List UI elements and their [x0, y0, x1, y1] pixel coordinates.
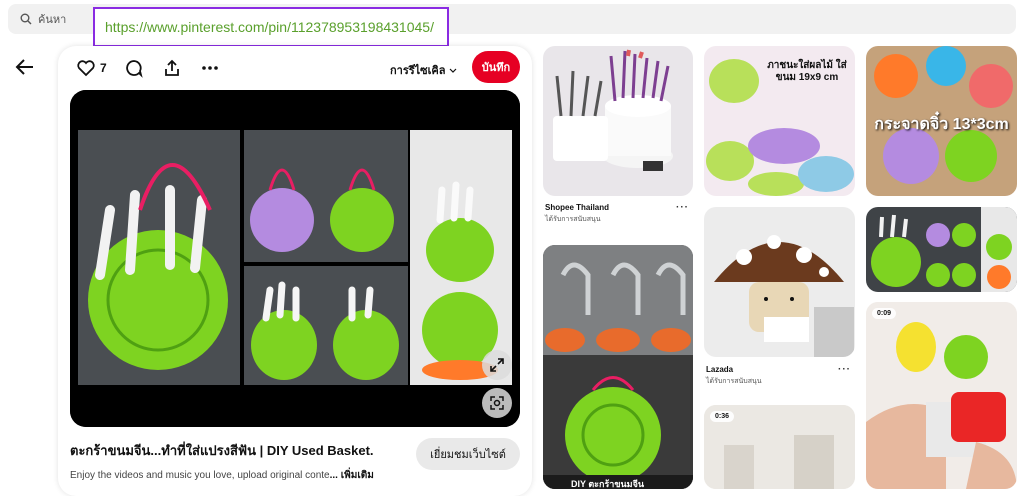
bottle-image — [866, 302, 1017, 489]
pin-tile-brush-holder[interactable] — [543, 46, 693, 196]
tile-title: Lazada — [706, 365, 734, 374]
pin-tile-video-sinks[interactable]: DIY ตะกร้าขนมจีน — [543, 245, 693, 489]
mushroom-image — [714, 235, 854, 357]
pin-tile-meta: Lazada ได้รับการสนับสนุน — [706, 365, 826, 387]
tile-caption: DIY ตะกร้าขนมจีน — [571, 479, 645, 489]
expand-icon — [490, 358, 504, 372]
heart-icon[interactable] — [76, 58, 96, 78]
pin-tile-video-bottle[interactable]: 0:09 — [866, 302, 1017, 489]
tile-subtitle: ได้รับการสนับสนุน — [706, 378, 762, 385]
search-input[interactable]: ค้นหา — [38, 10, 66, 28]
pin-description: Enjoy the videos and music you love, upl… — [70, 468, 374, 483]
pin-tile-mushroom[interactable] — [704, 207, 855, 357]
pin-toolbar: 7 การรีไซเคิล บันทึก — [58, 46, 532, 90]
video-duration-badge: 0:36 — [710, 411, 735, 422]
pin-title: ตะกร้าขนมจีน...ทำที่ใส่แปรงสีฟัน | DIY U… — [70, 443, 374, 458]
collage-repeat-image — [871, 207, 1017, 292]
comment-icon[interactable] — [124, 58, 144, 78]
pin-card: 7 การรีไซเคิล บันทึก ตะกร้าขนมจีน...ทำที… — [58, 46, 532, 496]
like-count: 7 — [100, 61, 107, 75]
visit-site-button[interactable]: เยี่ยมชมเว็บไซต์ — [416, 438, 520, 470]
pin-collage — [70, 90, 520, 427]
pin-image[interactable] — [70, 90, 520, 427]
visual-search-icon — [490, 396, 504, 410]
visual-search-button[interactable] — [482, 388, 512, 418]
chevron-down-icon — [449, 68, 457, 73]
pin-description-text: Enjoy the videos and music you love, upl… — [70, 470, 330, 481]
url-overlay: https://www.pinterest.com/pin/1123789531… — [93, 7, 449, 47]
pin-tile-fruit-bowls[interactable]: ภาชนะใส่ผลไม้ ใส่ขนม 19x9 cm — [704, 46, 855, 196]
pin-tile-collage-repeat[interactable] — [866, 207, 1017, 292]
tile-overlay-text: ภาชนะใส่ผลไม้ ใส่ขนม 19x9 cm — [767, 60, 847, 83]
more-icon[interactable] — [200, 58, 220, 78]
tile-more-icon[interactable]: ··· — [838, 364, 851, 375]
more-link[interactable]: ... เพิ่มเติม — [330, 470, 374, 481]
pin-tile-meta: Shopee Thailand ได้รับการสนับสนุน — [545, 203, 665, 225]
expand-button[interactable] — [482, 350, 512, 380]
save-button[interactable]: บันทึก — [472, 51, 520, 83]
video-duration-badge: 0:09 — [872, 308, 897, 319]
pin-tile-small-baskets[interactable]: กระจาดจิ๋ว 13*3cm — [866, 46, 1017, 196]
tile-title: Shopee Thailand — [545, 203, 610, 212]
back-arrow-icon[interactable] — [14, 56, 36, 78]
sinks-image — [543, 245, 693, 489]
pin-tile-video-room[interactable]: 0:36 — [704, 405, 855, 489]
url-text: https://www.pinterest.com/pin/1123789531… — [105, 19, 434, 35]
board-select[interactable]: การรีไซเคิล — [390, 61, 457, 79]
brush-holder-image — [553, 49, 673, 171]
tile-subtitle: ได้รับการสนับสนุน — [545, 216, 601, 223]
search-icon — [20, 13, 32, 25]
tile-overlay-text: กระจาดจิ๋ว 13*3cm — [874, 116, 1009, 133]
tile-more-icon[interactable]: ··· — [676, 202, 689, 213]
share-icon[interactable] — [162, 58, 182, 78]
board-label: การรีไซเคิล — [390, 65, 446, 77]
